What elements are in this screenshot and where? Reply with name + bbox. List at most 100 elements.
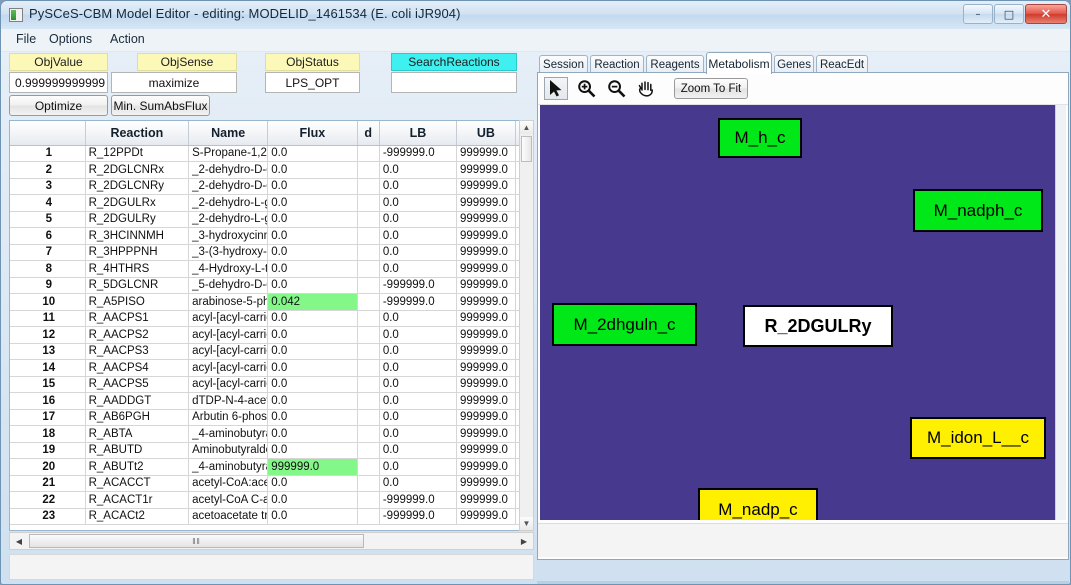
table-row[interactable]: 12R_AACPS2acyl-[acyl-carrie0.00.0999999.… bbox=[10, 327, 525, 344]
zoom-out-tool-button[interactable] bbox=[604, 77, 628, 100]
ub-cell[interactable]: 999999.0 bbox=[456, 195, 515, 212]
reaction-cell[interactable]: R_2DGULRx bbox=[85, 195, 189, 212]
row-number-cell[interactable]: 8 bbox=[10, 261, 85, 278]
flux-cell[interactable]: 0.0 bbox=[268, 310, 357, 327]
flux-cell[interactable]: 0.0 bbox=[268, 244, 357, 261]
metabolism-graph-canvas[interactable]: M_h_cM_nadph_cM_2dhguln_cR_2DGULRyM_idon… bbox=[540, 105, 1064, 520]
table-row[interactable]: 7R_3HPPPNH_3-(3-hydroxy-(0.00.0999999.0 bbox=[10, 244, 525, 261]
table-header-row-number[interactable] bbox=[10, 121, 85, 145]
row-number-cell[interactable]: 19 bbox=[10, 442, 85, 459]
objstatus-field[interactable]: LPS_OPT bbox=[265, 72, 360, 93]
row-number-cell[interactable]: 1 bbox=[10, 145, 85, 162]
row-number-cell[interactable]: 22 bbox=[10, 492, 85, 509]
reaction-cell[interactable]: R_AB6PGH bbox=[85, 409, 189, 426]
table-row[interactable]: 18R_ABTA_4-aminobutyra0.00.0999999.0 bbox=[10, 426, 525, 443]
d-cell[interactable] bbox=[357, 327, 379, 344]
flux-cell[interactable]: 0.0 bbox=[268, 145, 357, 162]
lb-cell[interactable]: 0.0 bbox=[379, 211, 456, 228]
table-header-lb[interactable]: LB bbox=[379, 121, 456, 145]
flux-cell[interactable]: 0.0 bbox=[268, 343, 357, 360]
name-cell[interactable]: acetyl-CoA:acet bbox=[189, 475, 268, 492]
ub-cell[interactable]: 999999.0 bbox=[456, 211, 515, 228]
ub-cell[interactable]: 999999.0 bbox=[456, 492, 515, 509]
ub-cell[interactable]: 999999.0 bbox=[456, 459, 515, 476]
name-cell[interactable]: _3-hydroxycinn bbox=[189, 228, 268, 245]
lb-cell[interactable]: -999999.0 bbox=[379, 492, 456, 509]
row-number-cell[interactable]: 6 bbox=[10, 228, 85, 245]
menu-item-action[interactable]: Action bbox=[106, 32, 149, 48]
lb-cell[interactable]: 0.0 bbox=[379, 195, 456, 212]
d-cell[interactable] bbox=[357, 277, 379, 294]
table-row[interactable]: 2R_2DGLCNRx_2-dehydro-D-g0.00.0999999.0 bbox=[10, 162, 525, 179]
name-cell[interactable]: _4-aminobutyra bbox=[189, 426, 268, 443]
graph-node-m_idon_l__c[interactable]: M_idon_L__c bbox=[910, 417, 1046, 459]
flux-cell[interactable]: 0.042 bbox=[268, 294, 357, 311]
lb-cell[interactable]: 0.0 bbox=[379, 393, 456, 410]
lb-cell[interactable]: 0.0 bbox=[379, 376, 456, 393]
reaction-cell[interactable]: R_3HCINNMH bbox=[85, 228, 189, 245]
reaction-cell[interactable]: R_5DGLCNR bbox=[85, 277, 189, 294]
graph-node-m_nadph_c[interactable]: M_nadph_c bbox=[913, 189, 1043, 232]
canvas-vertical-scrollbar[interactable] bbox=[1055, 105, 1066, 520]
pointer-tool-button[interactable] bbox=[544, 77, 568, 100]
graph-node-r_2dgulry[interactable]: R_2DGULRy bbox=[743, 305, 893, 347]
reaction-cell[interactable]: R_AACPS4 bbox=[85, 360, 189, 377]
flux-cell[interactable]: 0.0 bbox=[268, 178, 357, 195]
lb-cell[interactable]: 0.0 bbox=[379, 475, 456, 492]
reaction-cell[interactable]: R_AADDGT bbox=[85, 393, 189, 410]
d-cell[interactable] bbox=[357, 376, 379, 393]
table-header-ub[interactable]: UB bbox=[456, 121, 515, 145]
reaction-cell[interactable]: R_4HTHRS bbox=[85, 261, 189, 278]
flux-cell[interactable]: 0.0 bbox=[268, 409, 357, 426]
table-row[interactable]: 6R_3HCINNMH_3-hydroxycinn0.00.0999999.0 bbox=[10, 228, 525, 245]
name-cell[interactable]: _2-dehydro-D-g bbox=[189, 178, 268, 195]
d-cell[interactable] bbox=[357, 294, 379, 311]
name-cell[interactable]: acetyl-CoA C-ac bbox=[189, 492, 268, 509]
graph-node-m_2dhguln_c[interactable]: M_2dhguln_c bbox=[552, 303, 697, 346]
d-cell[interactable] bbox=[357, 162, 379, 179]
row-number-cell[interactable]: 3 bbox=[10, 178, 85, 195]
name-cell[interactable]: acyl-[acyl-carrie bbox=[189, 360, 268, 377]
lb-cell[interactable]: 0.0 bbox=[379, 162, 456, 179]
d-cell[interactable] bbox=[357, 145, 379, 162]
flux-cell[interactable]: 0.0 bbox=[268, 442, 357, 459]
table-header-reaction[interactable]: Reaction bbox=[85, 121, 189, 145]
reaction-cell[interactable]: R_AACPS3 bbox=[85, 343, 189, 360]
name-cell[interactable]: _3-(3-hydroxy-( bbox=[189, 244, 268, 261]
tab-session[interactable]: Session bbox=[539, 55, 588, 73]
d-cell[interactable] bbox=[357, 195, 379, 212]
lb-cell[interactable]: 0.0 bbox=[379, 343, 456, 360]
row-number-cell[interactable]: 16 bbox=[10, 393, 85, 410]
min-sumabsflux-button[interactable]: Min. SumAbsFlux bbox=[111, 95, 210, 116]
d-cell[interactable] bbox=[357, 393, 379, 410]
reaction-cell[interactable]: R_AACPS1 bbox=[85, 310, 189, 327]
minimize-button[interactable]: – bbox=[963, 4, 993, 24]
flux-cell[interactable]: 0.0 bbox=[268, 162, 357, 179]
name-cell[interactable]: acyl-[acyl-carrie bbox=[189, 343, 268, 360]
flux-cell[interactable]: 0.0 bbox=[268, 376, 357, 393]
ub-cell[interactable]: 999999.0 bbox=[456, 475, 515, 492]
row-number-cell[interactable]: 20 bbox=[10, 459, 85, 476]
d-cell[interactable] bbox=[357, 409, 379, 426]
scroll-left-icon[interactable]: ◀ bbox=[11, 534, 27, 548]
ub-cell[interactable]: 999999.0 bbox=[456, 393, 515, 410]
lb-cell[interactable]: 0.0 bbox=[379, 459, 456, 476]
d-cell[interactable] bbox=[357, 426, 379, 443]
ub-cell[interactable]: 999999.0 bbox=[456, 360, 515, 377]
scroll-up-icon[interactable]: ▲ bbox=[520, 121, 533, 134]
tab-genes[interactable]: Genes bbox=[774, 55, 814, 73]
table-row[interactable]: 3R_2DGLCNRy_2-dehydro-D-g0.00.0999999.0 bbox=[10, 178, 525, 195]
name-cell[interactable]: _2-dehydro-D-g bbox=[189, 162, 268, 179]
lb-cell[interactable]: 0.0 bbox=[379, 244, 456, 261]
lb-cell[interactable]: 0.0 bbox=[379, 310, 456, 327]
tab-reagents[interactable]: Reagents bbox=[646, 55, 704, 73]
table-row[interactable]: 22R_ACACT1racetyl-CoA C-ac0.0-999999.099… bbox=[10, 492, 525, 509]
ub-cell[interactable]: 999999.0 bbox=[456, 145, 515, 162]
table-header-flux[interactable]: Flux bbox=[268, 121, 357, 145]
row-number-cell[interactable]: 15 bbox=[10, 376, 85, 393]
ub-cell[interactable]: 999999.0 bbox=[456, 277, 515, 294]
objsense-field[interactable]: maximize bbox=[111, 72, 237, 93]
ub-cell[interactable]: 999999.0 bbox=[456, 244, 515, 261]
flux-cell[interactable]: 0.0 bbox=[268, 211, 357, 228]
row-number-cell[interactable]: 5 bbox=[10, 211, 85, 228]
